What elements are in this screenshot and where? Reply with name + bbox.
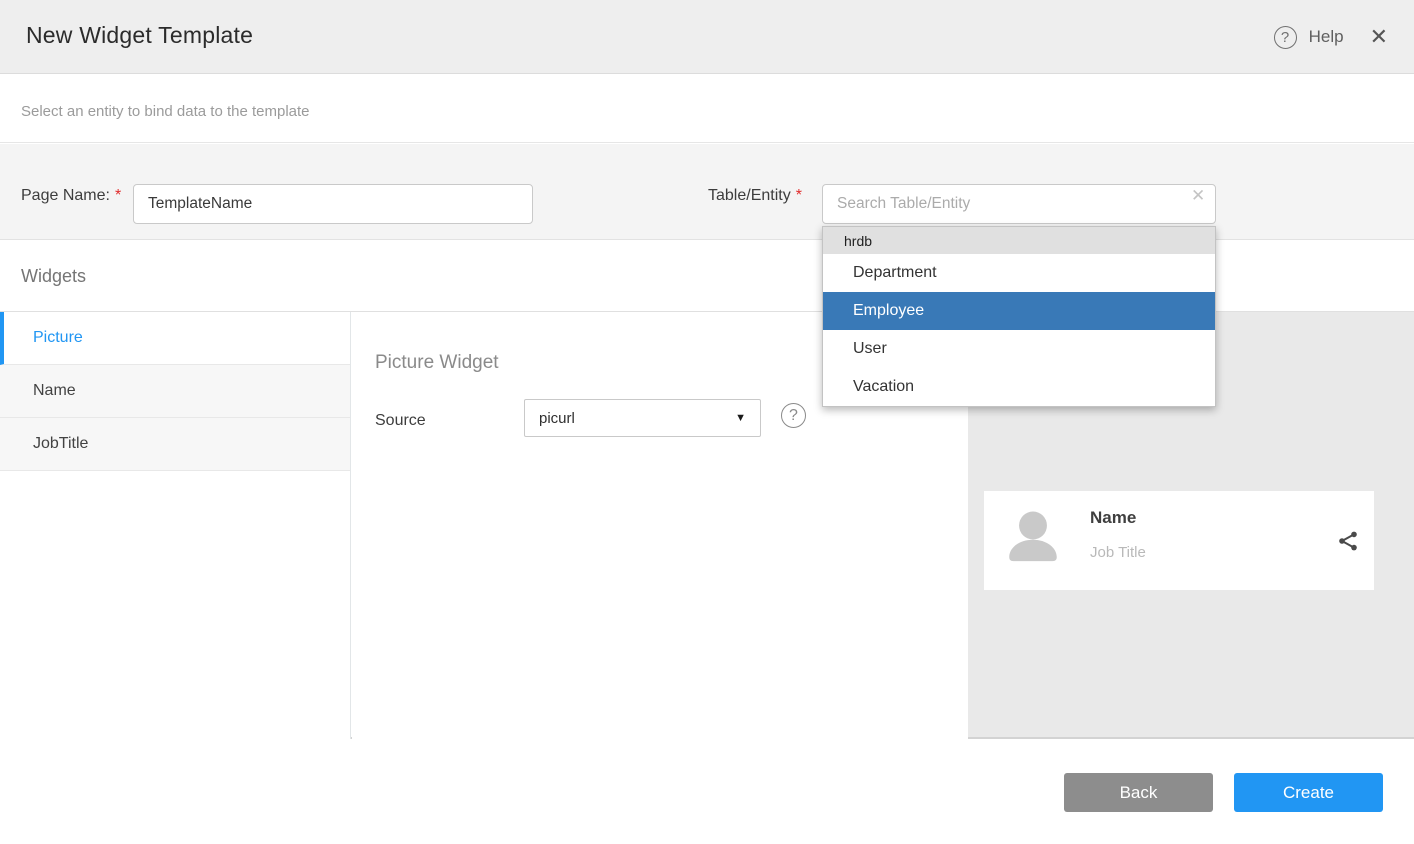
sidebar-item-name[interactable]: Name <box>0 365 350 418</box>
preview-jobtitle-field: Job Title <box>1090 544 1146 561</box>
widgets-heading: Widgets <box>21 266 86 287</box>
source-help-icon[interactable]: ? <box>781 403 806 428</box>
dropdown-item-employee[interactable]: Employee <box>823 292 1215 330</box>
sidebar-item-picture[interactable]: Picture <box>0 312 350 365</box>
header-actions: ? Help ✕ <box>1274 0 1388 74</box>
back-button[interactable]: Back <box>1064 773 1213 812</box>
help-button[interactable]: Help <box>1309 27 1344 47</box>
table-entity-label-text: Table/Entity <box>708 187 791 204</box>
close-icon[interactable]: ✕ <box>1370 26 1388 48</box>
dropdown-item-department[interactable]: Department <box>823 254 1215 292</box>
share-icon[interactable] <box>1336 529 1360 553</box>
subtitle-text: Select an entity to bind data to the tem… <box>21 103 310 120</box>
preview-name-field: Name <box>1090 508 1136 528</box>
page-name-label-text: Page Name: <box>21 187 110 204</box>
source-label: Source <box>375 412 426 430</box>
required-marker: * <box>115 187 121 204</box>
source-select[interactable]: picurl ▼ <box>524 399 761 437</box>
page-title: New Widget Template <box>26 22 253 49</box>
dialog-header: New Widget Template ? Help ✕ <box>0 0 1414 74</box>
clear-search-icon[interactable]: ✕ <box>1191 186 1205 206</box>
page-name-label: Page Name: * <box>21 187 121 205</box>
dropdown-item-vacation[interactable]: Vacation <box>823 368 1215 406</box>
widget-list-sidebar: Picture Name JobTitle <box>0 312 351 739</box>
chevron-down-icon: ▼ <box>735 412 746 424</box>
preview-card: Name Job Title <box>984 491 1374 590</box>
help-icon[interactable]: ? <box>1274 26 1297 49</box>
sidebar-item-jobtitle[interactable]: JobTitle <box>0 418 350 471</box>
subtitle-band: Select an entity to bind data to the tem… <box>0 75 1414 143</box>
table-entity-dropdown: hrdb Department Employee User Vacation <box>822 226 1216 407</box>
table-entity-label: Table/Entity * <box>708 187 802 205</box>
new-widget-template-dialog: New Widget Template ? Help ✕ Select an e… <box>0 0 1414 844</box>
required-marker: * <box>796 187 802 204</box>
dropdown-item-user[interactable]: User <box>823 330 1215 368</box>
editor-heading: Picture Widget <box>375 352 499 374</box>
person-silhouette-icon <box>1002 501 1064 581</box>
table-entity-search-input[interactable] <box>822 184 1216 224</box>
page-name-input[interactable] <box>133 184 533 224</box>
source-select-value: picurl <box>539 410 575 427</box>
dialog-footer: Back Create <box>0 741 1414 844</box>
dropdown-group-hrdb: hrdb <box>823 227 1215 254</box>
create-button[interactable]: Create <box>1234 773 1383 812</box>
